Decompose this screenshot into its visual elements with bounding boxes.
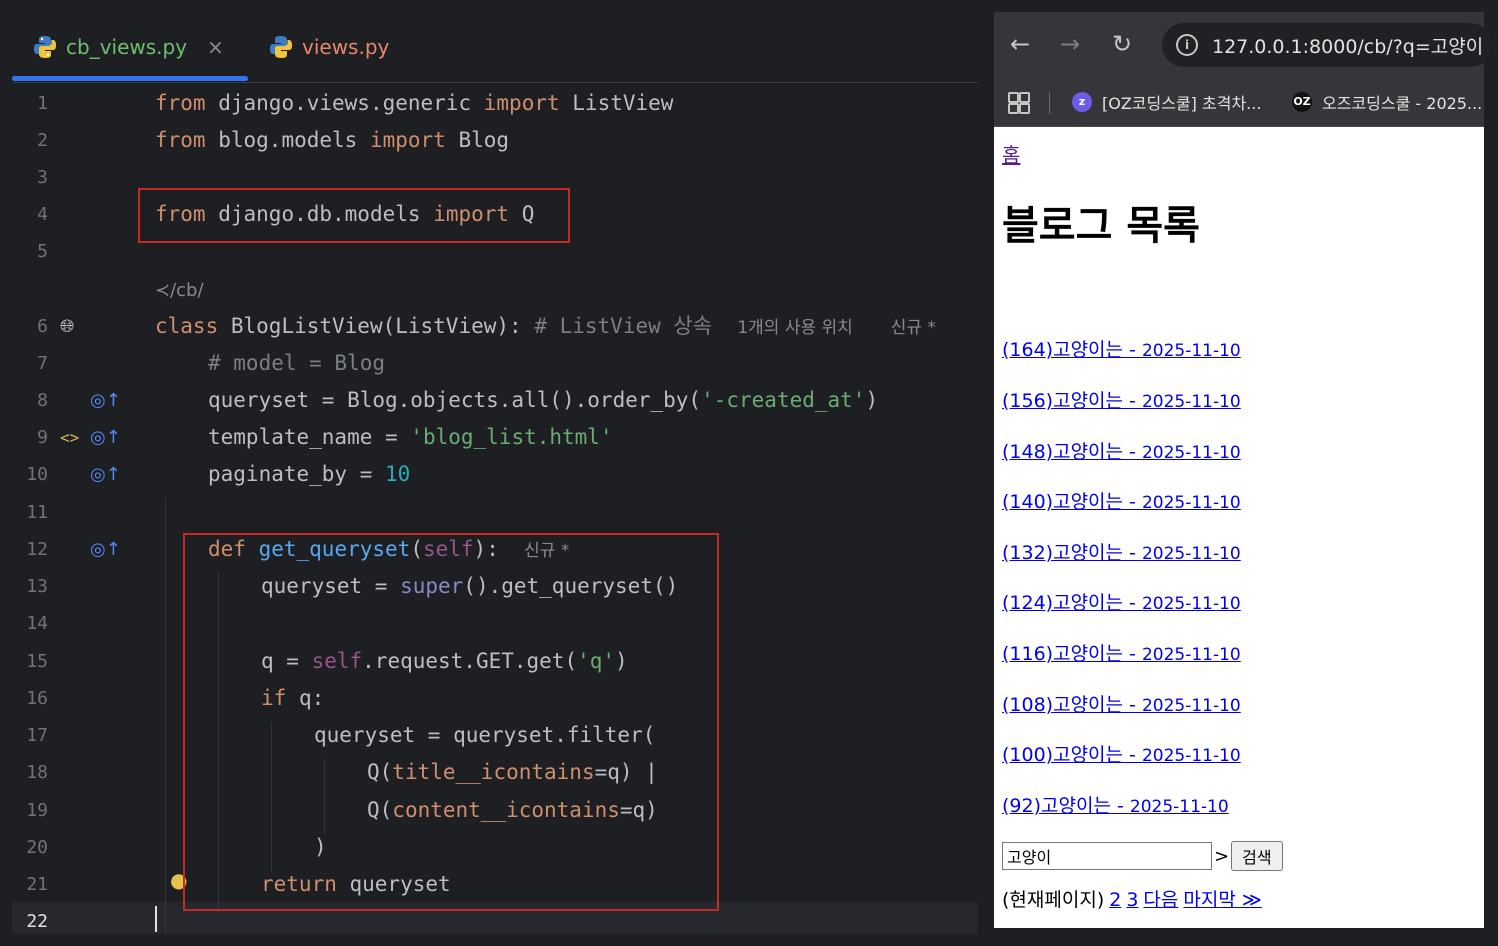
line-number: 5 <box>37 241 48 262</box>
line-number: 4 <box>37 204 48 225</box>
highlight-box-get-queryset <box>183 533 719 911</box>
line-number: 1 <box>37 93 48 114</box>
line-number-current: 22 <box>26 911 48 932</box>
line-number: 18 <box>26 762 48 783</box>
post-link[interactable]: (116)고양이는 - 2025-11-10 <box>1002 639 1241 666</box>
line-number: 7 <box>37 353 48 374</box>
post-link[interactable]: (100)고양이는 - 2025-11-10 <box>1002 740 1241 767</box>
back-arrow-icon[interactable]: ← <box>1010 30 1030 58</box>
line-number: 12 <box>26 539 48 560</box>
code-tag-icon[interactable]: <> <box>60 419 79 456</box>
bookmark-oz-2[interactable]: OZ 오즈코딩스쿨 - 2025... <box>1292 78 1482 126</box>
indent-guide <box>165 497 166 934</box>
code-line-10: paginate_by = 10 <box>208 462 411 486</box>
new-hint: 신규 * <box>890 318 936 338</box>
line-number: 9 <box>37 427 48 448</box>
last-page-link[interactable]: 마지막 ≫ <box>1183 889 1261 911</box>
line-number: 16 <box>26 688 48 709</box>
line-number: 14 <box>26 613 48 634</box>
apps-grid-icon[interactable] <box>1008 92 1030 114</box>
current-page-label: (현재페이지) <box>1002 889 1105 911</box>
page-title: 블로그 목록 <box>1002 203 1200 249</box>
line-number: 8 <box>37 390 48 411</box>
code-line-1: from django.views.generic import ListVie… <box>155 91 674 115</box>
code-line-6: class BlogListView(ListView): # ListView… <box>155 314 936 338</box>
url-mapping-hint[interactable]: ≺/cb/ <box>155 271 204 308</box>
bookmark-oz-1[interactable]: z [OZ코딩스쿨] 초격차... <box>1072 78 1261 126</box>
pagination: (현재페이지) 2 3 다음 마지막 ≫ <box>1002 885 1262 912</box>
line-gutter: 1 2 3 4 5 6 7 8 9 10 11 12 13 14 15 16 1… <box>12 82 152 934</box>
close-icon[interactable]: × <box>207 35 224 59</box>
tab-label: views.py <box>302 35 390 59</box>
code-editor: cb_views.py × views.py 1 2 3 4 5 6 7 8 9… <box>12 12 978 934</box>
next-page-link[interactable]: 다음 <box>1143 889 1178 911</box>
override-target-icon[interactable]: ◎↑ <box>90 531 121 568</box>
url-text: 127.0.0.1:8000/cb/?q=고양이 <box>1212 35 1484 58</box>
browser-window: ← → ↻ i 127.0.0.1:8000/cb/?q=고양이 z [OZ코딩… <box>994 12 1492 928</box>
forward-arrow-icon[interactable]: → <box>1060 30 1080 58</box>
python-icon <box>34 36 56 58</box>
code-line-8: queryset = Blog.objects.all().order_by('… <box>208 388 879 412</box>
override-target-icon[interactable]: ◎↑ <box>90 456 121 493</box>
line-number: 13 <box>26 576 48 597</box>
post-link[interactable]: (164)고양이는 - 2025-11-10 <box>1002 335 1241 362</box>
browser-toolbar: ← → ↻ i 127.0.0.1:8000/cb/?q=고양이 <box>994 12 1492 78</box>
globe-icon[interactable]: 🌐︎ <box>60 308 74 345</box>
post-link[interactable]: (148)고양이는 - 2025-11-10 <box>1002 437 1241 464</box>
zoom-logo-icon: z <box>1072 92 1092 112</box>
post-link[interactable]: (156)고양이는 - 2025-11-10 <box>1002 386 1241 413</box>
search-gt-text: > <box>1214 845 1230 867</box>
site-info-icon[interactable]: i <box>1176 34 1198 56</box>
web-page: 홈 블로그 목록 (164)고양이는 - 2025-11-10 (156)고양이… <box>994 127 1484 928</box>
line-number: 21 <box>26 874 48 895</box>
python-icon <box>270 36 292 58</box>
override-target-icon[interactable]: ◎↑ <box>90 382 121 419</box>
tab-views[interactable]: views.py <box>268 12 389 82</box>
line-number: 17 <box>26 725 48 746</box>
address-bar[interactable]: i 127.0.0.1:8000/cb/?q=고양이 <box>1162 23 1492 67</box>
line-number: 6 <box>37 316 48 337</box>
editor-tab-bar: cb_views.py × views.py <box>12 12 978 83</box>
line-number: 11 <box>26 502 48 523</box>
code-line-9: template_name = 'blog_list.html' <box>208 425 613 449</box>
line-number: 3 <box>37 167 48 188</box>
bookmark-label: [OZ코딩스쿨] 초격차... <box>1102 94 1262 113</box>
search-button[interactable]: 검색 <box>1231 841 1283 871</box>
override-target-icon[interactable]: ◎↑ <box>90 419 121 456</box>
line-number: 15 <box>26 651 48 672</box>
bookmarks-bar: z [OZ코딩스쿨] 초격차... OZ 오즈코딩스쿨 - 2025... <box>994 78 1484 127</box>
share-icon: ≺ <box>155 280 171 301</box>
reload-icon[interactable]: ↻ <box>1112 30 1132 58</box>
search-form: > 검색 <box>1002 841 1283 871</box>
line-number: 10 <box>26 464 48 485</box>
bookmark-separator <box>1049 92 1050 114</box>
oz-logo-icon: OZ <box>1292 92 1312 112</box>
active-tab-indicator <box>12 76 248 81</box>
code-line-2: from blog.models import Blog <box>155 128 510 152</box>
tab-cb-views[interactable]: cb_views.py × <box>32 12 224 82</box>
post-link[interactable]: (108)고양이는 - 2025-11-10 <box>1002 690 1241 717</box>
text-cursor <box>155 906 157 932</box>
line-number: 2 <box>37 130 48 151</box>
line-number: 20 <box>26 837 48 858</box>
post-link[interactable]: (124)고양이는 - 2025-11-10 <box>1002 588 1241 615</box>
code-line-7: # model = Blog <box>208 351 386 375</box>
search-input[interactable] <box>1002 842 1212 870</box>
line-number: 19 <box>26 800 48 821</box>
page-link-2[interactable]: 2 <box>1109 889 1121 911</box>
post-link[interactable]: (92)고양이는 - 2025-11-10 <box>1002 791 1229 818</box>
highlight-box-import <box>138 188 570 243</box>
tab-label: cb_views.py <box>66 35 188 59</box>
post-link[interactable]: (140)고양이는 - 2025-11-10 <box>1002 487 1241 514</box>
page-link-3[interactable]: 3 <box>1126 889 1138 911</box>
usage-hint[interactable]: 1개의 사용 위치 <box>737 318 852 338</box>
home-link[interactable]: 홈 <box>1002 139 1020 168</box>
bookmark-label: 오즈코딩스쿨 - 2025... <box>1322 94 1483 113</box>
post-link[interactable]: (132)고양이는 - 2025-11-10 <box>1002 538 1241 565</box>
